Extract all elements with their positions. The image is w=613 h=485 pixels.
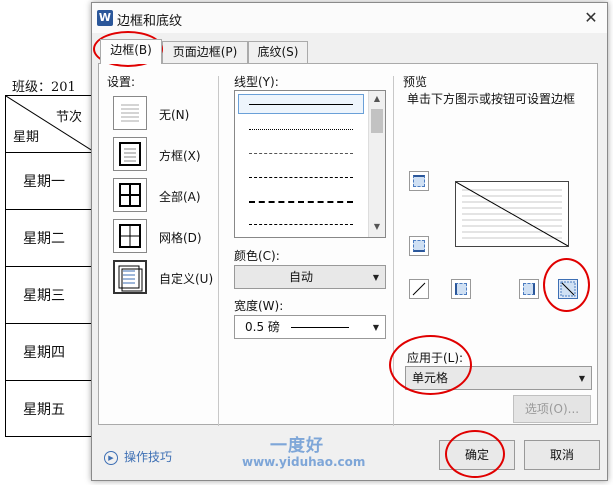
setting-none-icon — [121, 104, 139, 122]
dialog-title: 边框和底纹 — [117, 14, 183, 29]
line-style-label: 线型(Y): — [234, 75, 279, 89]
setting-all-button[interactable] — [113, 178, 147, 212]
border-preview[interactable] — [455, 181, 569, 247]
document-background: 班级：201 节次 星期 星期一 星期二 星期三 星期四 星期五 — [0, 0, 100, 485]
scroll-up-icon[interactable]: ▲ — [369, 94, 385, 103]
line-style-dash-dot[interactable] — [249, 224, 353, 225]
borders-tab-panel: 设置: 无(N) 方框(X) 全部(A) 网格(D) 自定义(U) 线型(Y):… — [98, 63, 598, 426]
play-circle-icon: ▶ — [104, 450, 118, 465]
setting-grid-button[interactable] — [113, 219, 147, 253]
line-style-long-dash[interactable] — [249, 201, 353, 203]
watermark-url: www.yiduhao.com — [242, 455, 366, 469]
top-border-button[interactable] — [409, 171, 429, 191]
line-style-scrollbar[interactable]: ▲ ▼ — [368, 91, 385, 237]
preview-diagram — [456, 182, 568, 246]
border-right-icon — [523, 283, 535, 295]
chevron-down-icon: ▼ — [578, 374, 585, 383]
tab-shading[interactable]: 底纹(S) — [248, 41, 308, 63]
chevron-down-icon: ▼ — [372, 323, 379, 332]
width-label: 宽度(W): — [234, 299, 284, 313]
ok-button[interactable]: 确定 — [439, 440, 515, 470]
wps-app-icon: W — [97, 10, 113, 26]
settings-label: 设置: — [107, 75, 136, 89]
color-dropdown[interactable]: 自动 ▼ — [234, 265, 386, 289]
preview-label: 预览 — [403, 75, 428, 89]
table-row: 星期二 — [5, 209, 95, 266]
setting-custom-label[interactable]: 自定义(U) — [159, 270, 213, 287]
diagonal-down-border-button[interactable] — [558, 279, 578, 299]
setting-none-label[interactable]: 无(N) — [159, 106, 189, 123]
title-bar: W 边框和底纹 ✕ — [92, 3, 607, 33]
border-bottom-icon — [413, 240, 425, 252]
apply-to-value: 单元格 — [412, 371, 449, 385]
border-left-icon — [455, 283, 467, 295]
setting-box-icon — [119, 142, 141, 166]
setting-all-icon — [119, 183, 141, 207]
left-border-button[interactable] — [451, 279, 471, 299]
setting-custom-button[interactable] — [113, 260, 147, 294]
table-row: 星期五 — [5, 380, 95, 437]
tab-borders[interactable]: 边框(B) — [100, 39, 162, 64]
tips-link[interactable]: ▶ 操作技巧 — [104, 448, 172, 465]
column-divider — [393, 76, 394, 426]
cancel-button[interactable]: 取消 — [524, 440, 600, 470]
setting-none-button[interactable] — [113, 96, 147, 130]
setting-grid-icon — [119, 224, 141, 248]
header-top-text: 节次 — [55, 110, 82, 125]
watermark-brand: 一度好 — [270, 436, 324, 456]
apply-to-dropdown[interactable]: 单元格 ▼ — [405, 366, 592, 390]
chevron-down-icon: ▼ — [372, 273, 379, 282]
apply-to-label: 应用于(L): — [407, 351, 464, 365]
right-border-button[interactable] — [519, 279, 539, 299]
line-style-list[interactable]: ▲ ▼ — [234, 90, 386, 238]
tab-page-border[interactable]: 页面边框(P) — [162, 41, 248, 63]
diagonal-up-border-button[interactable] — [409, 279, 429, 299]
diagonal-up-icon — [412, 282, 426, 296]
line-style-dotted[interactable] — [249, 129, 353, 130]
setting-all-label[interactable]: 全部(A) — [159, 188, 201, 205]
width-line-sample — [291, 327, 349, 328]
line-style-dash[interactable] — [249, 177, 353, 178]
diagonal-down-icon — [560, 281, 576, 297]
scroll-down-icon[interactable]: ▼ — [369, 222, 385, 231]
table-row: 星期三 — [5, 266, 95, 323]
line-style-solid[interactable] — [249, 104, 353, 105]
close-icon[interactable]: ✕ — [581, 8, 601, 28]
width-value: 0.5 磅 — [245, 320, 280, 334]
header-bottom-text: 星期 — [13, 130, 40, 145]
setting-grid-label[interactable]: 网格(D) — [159, 229, 202, 246]
line-style-fine-dash[interactable] — [249, 153, 353, 154]
width-dropdown[interactable]: 0.5 磅 ▼ — [234, 315, 386, 339]
color-value: 自动 — [288, 270, 313, 284]
options-button[interactable]: 选项(O)... — [513, 395, 591, 423]
borders-shading-dialog: W 边框和底纹 ✕ 边框(B) 页面边框(P) 底纹(S) 设置: 无(N) 方… — [91, 2, 608, 481]
column-divider — [218, 76, 219, 426]
schedule-table: 节次 星期 星期一 星期二 星期三 星期四 星期五 — [5, 95, 95, 437]
table-row: 星期四 — [5, 323, 95, 380]
color-label: 颜色(C): — [234, 249, 280, 263]
setting-custom-icon — [118, 265, 143, 292]
bottom-border-button[interactable] — [409, 236, 429, 256]
setting-box-label[interactable]: 方框(X) — [159, 147, 201, 164]
table-header-cell: 节次 星期 — [5, 95, 95, 152]
table-row: 星期一 — [5, 152, 95, 209]
border-top-icon — [413, 175, 425, 187]
preview-hint: 单击下方图示或按钮可设置边框 — [407, 92, 576, 106]
class-label: 班级：201 — [12, 80, 76, 95]
setting-box-button[interactable] — [113, 137, 147, 171]
scroll-thumb[interactable] — [371, 109, 383, 133]
tips-text: 操作技巧 — [124, 450, 173, 464]
